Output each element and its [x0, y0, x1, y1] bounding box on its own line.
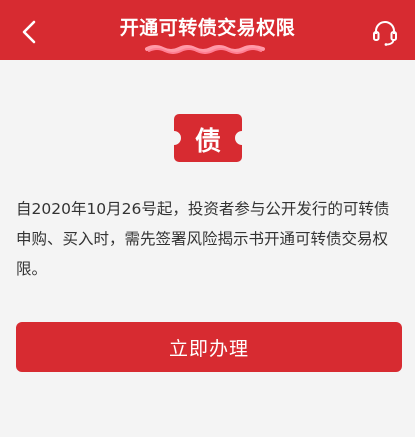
redaction-scribble [145, 45, 265, 54]
customer-service-button[interactable] [369, 16, 401, 48]
apply-now-button[interactable]: 立即办理 [16, 322, 402, 372]
notice-text: 自2020年10月26号起，投资者参与公开发行的可转债申购、买入时，需先签署风险… [16, 200, 390, 278]
header-bar: 开通可转债交易权限 [0, 0, 415, 60]
headset-icon [373, 21, 397, 46]
bond-badge: 债 [174, 114, 242, 162]
bond-badge-label: 债 [194, 127, 221, 157]
page-title: 开通可转债交易权限 [119, 17, 296, 39]
